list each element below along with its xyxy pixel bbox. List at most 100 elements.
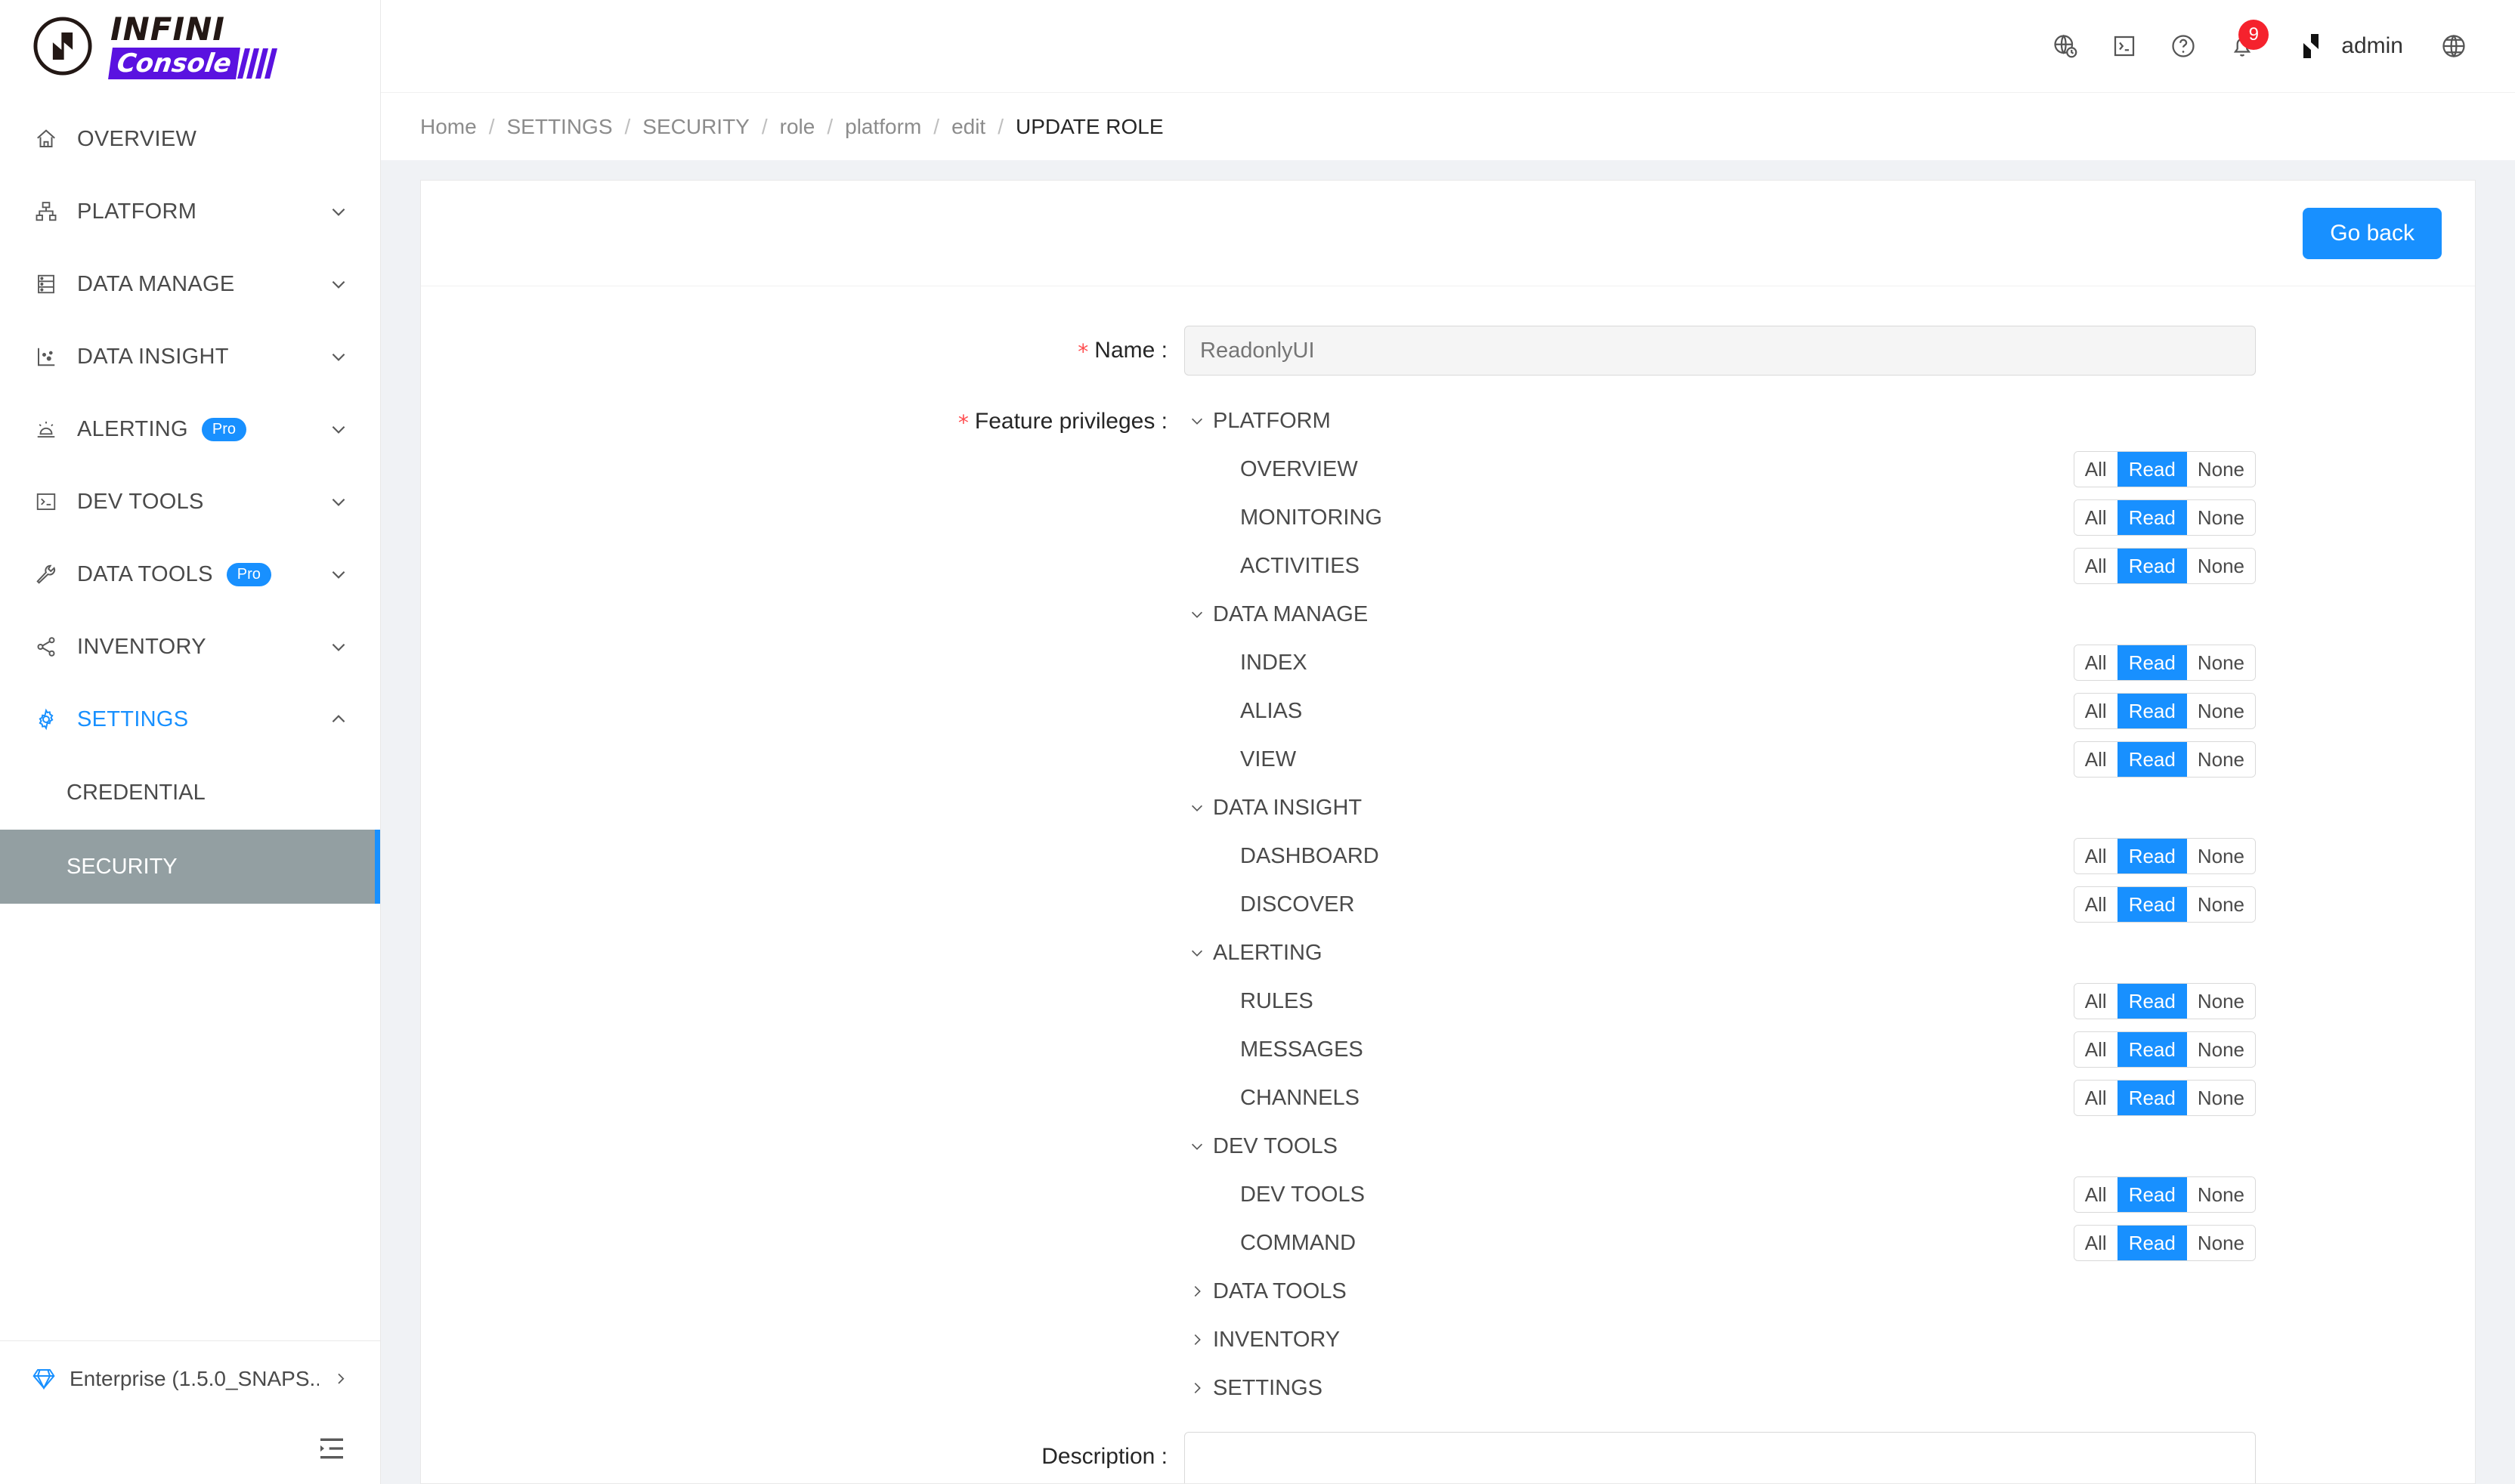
sidebar-item-data-insight[interactable]: DATA INSIGHT [0,320,380,393]
privilege-group-settings[interactable]: SETTINGS [1184,1364,2475,1412]
permission-option-all[interactable]: All [2074,645,2117,680]
breadcrumb-item-home[interactable]: Home [420,115,477,139]
help-icon[interactable] [2154,17,2213,76]
name-field-row: Name : [421,326,2475,377]
name-input[interactable] [1184,326,2256,376]
chevron-right-icon[interactable] [1184,1283,1210,1300]
sidebar-item-security[interactable]: SECURITY [0,830,380,904]
globe-icon[interactable] [2424,17,2483,76]
permission-segmented-control: All Read None [2073,1225,2256,1261]
breadcrumb-bar: Home / SETTINGS / SECURITY / role / plat… [381,92,2515,160]
permission-option-read[interactable]: Read [2117,742,2186,777]
permission-option-none[interactable]: None [2186,452,2255,487]
sidebar-item-dev-tools[interactable]: DEV TOOLS [0,465,380,538]
update-role-card: Go back Name : Feature privileges : [420,180,2476,1484]
permission-option-none[interactable]: None [2186,1081,2255,1115]
permission-option-none[interactable]: None [2186,694,2255,728]
privilege-group-alerting[interactable]: ALERTING [1184,929,2475,977]
permission-option-none[interactable]: None [2186,1177,2255,1212]
sidebar-item-data-tools[interactable]: DATA TOOLS Pro [0,538,380,611]
permission-option-read[interactable]: Read [2117,694,2186,728]
sidebar-item-label: DATA MANAGE [77,271,235,296]
chevron-down-icon[interactable] [1184,1138,1210,1155]
permission-option-all[interactable]: All [2074,1177,2117,1212]
sidebar-item-platform[interactable]: PLATFORM [0,175,380,248]
permission-option-all[interactable]: All [2074,742,2117,777]
breadcrumb-separator: / [624,114,631,138]
chevron-down-icon[interactable] [1184,413,1210,429]
permission-option-none[interactable]: None [2186,1226,2255,1260]
permission-option-all[interactable]: All [2074,887,2117,922]
permission-option-read[interactable]: Read [2117,984,2186,1019]
sidebar-item-settings[interactable]: SETTINGS [0,683,380,756]
cluster-icon [32,200,60,223]
version-footer[interactable]: Enterprise (1.5.0_SNAPS... [0,1340,380,1416]
description-textarea[interactable] [1184,1432,2256,1483]
permission-option-all[interactable]: All [2074,839,2117,873]
chevron-right-icon[interactable] [1184,1331,1210,1348]
chevron-down-icon [329,274,348,294]
update-role-form: Name : Feature privileges : [421,286,2475,1483]
permission-option-all[interactable]: All [2074,1032,2117,1067]
sidebar-item-overview[interactable]: OVERVIEW [0,103,380,175]
database-icon [32,273,60,295]
sidebar-item-alerting[interactable]: ALERTING Pro [0,393,380,465]
permission-option-all[interactable]: All [2074,549,2117,583]
permission-option-read[interactable]: Read [2117,1032,2186,1067]
sidebar-item-inventory[interactable]: INVENTORY [0,611,380,683]
description-field-row: Description : [421,1432,2475,1483]
permission-option-none[interactable]: None [2186,645,2255,680]
chevron-down-icon[interactable] [1184,799,1210,816]
permission-option-read[interactable]: Read [2117,1226,2186,1260]
console-icon[interactable] [2095,17,2154,76]
menu-fold-icon[interactable] [317,1433,347,1467]
permission-segmented-control: All Read None [2073,1176,2256,1213]
name-control [1184,326,2475,376]
breadcrumb-item-role[interactable]: role [780,115,815,139]
permission-option-none[interactable]: None [2186,500,2255,535]
permission-option-read[interactable]: Read [2117,500,2186,535]
permission-option-all[interactable]: All [2074,694,2117,728]
sidebar-item-data-manage[interactable]: DATA MANAGE [0,248,380,320]
permission-option-none[interactable]: None [2186,839,2255,873]
sidebar-item-label: INVENTORY [77,634,206,659]
sidebar-item-credential[interactable]: CREDENTIAL [0,756,380,830]
go-back-button[interactable]: Go back [2303,207,2442,259]
permission-option-all[interactable]: All [2074,984,2117,1019]
permission-option-none[interactable]: None [2186,984,2255,1019]
permission-option-all[interactable]: All [2074,500,2117,535]
bell-icon[interactable]: 9 [2213,17,2272,76]
breadcrumb-separator: / [998,114,1004,138]
privilege-group-data-tools[interactable]: DATA TOOLS [1184,1267,2475,1316]
privilege-group-dev-tools[interactable]: DEV TOOLS [1184,1122,2475,1170]
user-menu[interactable]: admin [2293,28,2403,64]
privilege-group-data-insight[interactable]: DATA INSIGHT [1184,784,2475,832]
permission-option-read[interactable]: Read [2117,549,2186,583]
breadcrumb-item-security[interactable]: SECURITY [642,115,750,139]
permission-option-read[interactable]: Read [2117,1177,2186,1212]
chevron-right-icon[interactable] [1184,1380,1210,1396]
permission-option-none[interactable]: None [2186,742,2255,777]
chevron-down-icon[interactable] [1184,606,1210,623]
timezone-icon[interactable] [2036,17,2095,76]
chevron-down-icon[interactable] [1184,945,1210,961]
feature-privileges-row: Feature privileges : PLATFORM OVERVIEW [421,397,2475,1412]
permission-option-none[interactable]: None [2186,1032,2255,1067]
breadcrumb-item-platform[interactable]: platform [845,115,921,139]
privilege-group-platform[interactable]: PLATFORM [1184,397,2475,445]
permission-option-read[interactable]: Read [2117,452,2186,487]
permission-option-all[interactable]: All [2074,1226,2117,1260]
permission-option-read[interactable]: Read [2117,839,2186,873]
permission-option-read[interactable]: Read [2117,645,2186,680]
permission-option-all[interactable]: All [2074,1081,2117,1115]
permission-option-read[interactable]: Read [2117,887,2186,922]
permission-option-none[interactable]: None [2186,549,2255,583]
permission-option-none[interactable]: None [2186,887,2255,922]
privilege-group-data-manage[interactable]: DATA MANAGE [1184,590,2475,638]
privilege-group-inventory[interactable]: INVENTORY [1184,1316,2475,1364]
breadcrumb-item-settings[interactable]: SETTINGS [506,115,612,139]
permission-option-all[interactable]: All [2074,452,2117,487]
permission-option-read[interactable]: Read [2117,1081,2186,1115]
breadcrumb-item-edit[interactable]: edit [951,115,985,139]
app-logo[interactable]: INFINI Console [0,0,380,92]
